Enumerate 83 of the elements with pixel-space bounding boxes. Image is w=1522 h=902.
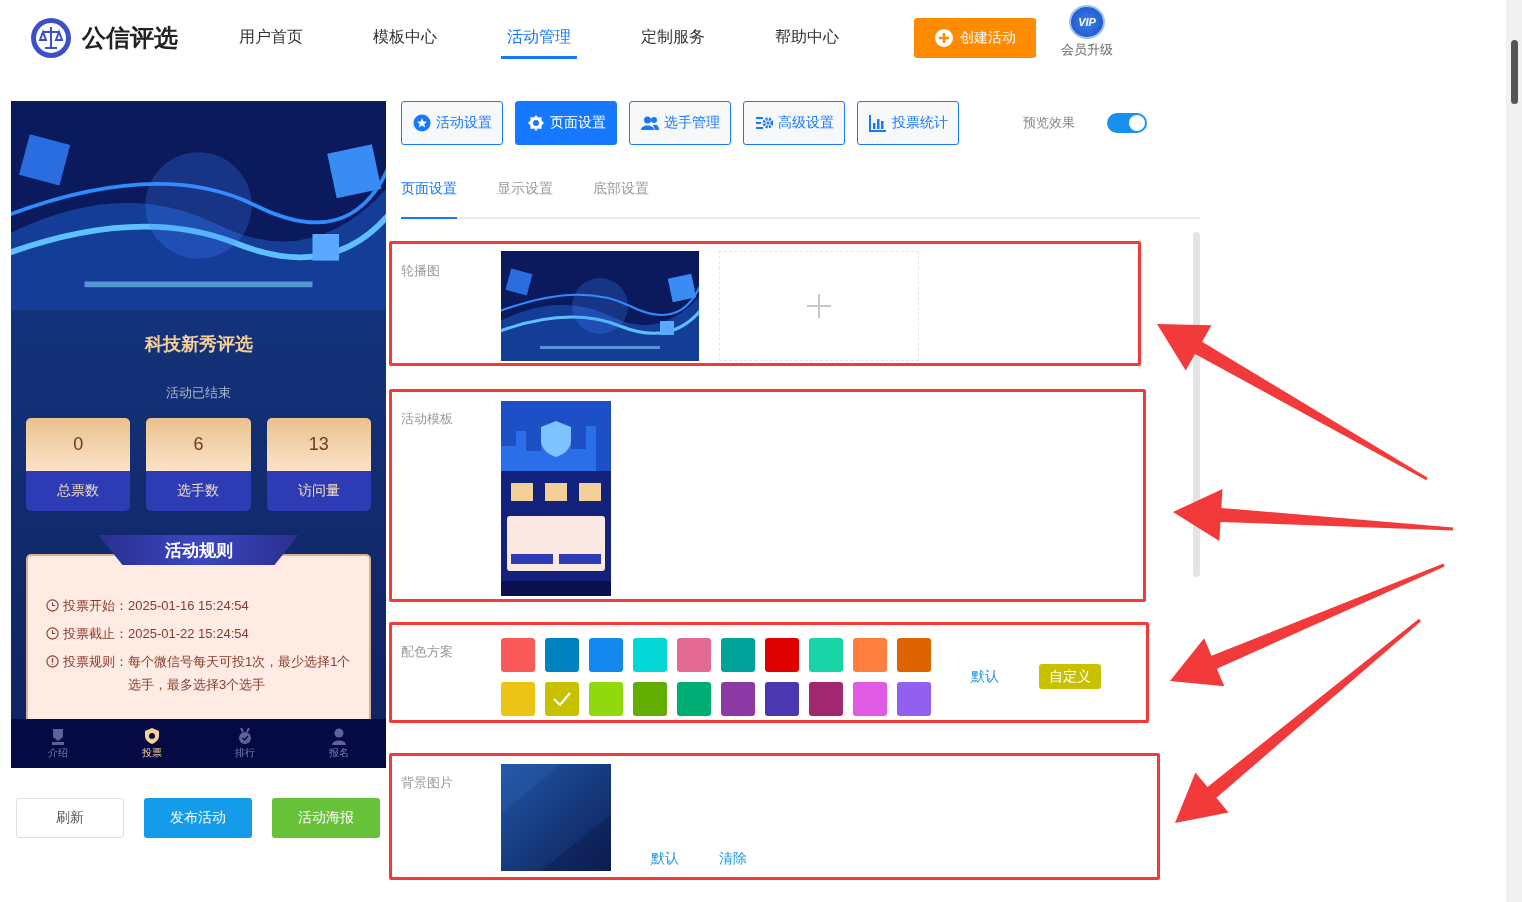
sub-tab[interactable]: 页面设置 bbox=[401, 170, 457, 219]
settings-tab[interactable]: 投票统计 bbox=[857, 101, 959, 145]
settings-tab[interactable]: 页面设置 bbox=[515, 101, 617, 145]
nav-link[interactable]: 用户首页 bbox=[233, 16, 367, 59]
clear-link[interactable]: 清除 bbox=[719, 850, 747, 868]
color-swatch[interactable] bbox=[545, 682, 579, 716]
preview-toggle[interactable] bbox=[1107, 113, 1147, 133]
field-label: 配色方案 bbox=[401, 643, 454, 661]
color-swatch[interactable] bbox=[501, 638, 535, 672]
color-swatch[interactable] bbox=[897, 682, 931, 716]
color-swatch[interactable] bbox=[897, 638, 931, 672]
poster-button[interactable]: 活动海报 bbox=[272, 798, 380, 838]
clock-icon bbox=[46, 627, 59, 640]
shield-icon bbox=[142, 727, 161, 745]
bottom-nav-tab[interactable]: 介绍 bbox=[11, 719, 105, 768]
bottom-nav-tab[interactable]: 投票 bbox=[104, 719, 199, 768]
field-label: 活动模板 bbox=[401, 410, 454, 428]
stat-value: 0 bbox=[26, 418, 131, 471]
logo-text: 公信评选 bbox=[82, 22, 178, 53]
field-label: 轮播图 bbox=[401, 262, 441, 280]
color-swatch[interactable] bbox=[721, 682, 755, 716]
rule-label: 投票规则： bbox=[63, 653, 128, 671]
sliders-icon bbox=[754, 114, 773, 132]
color-swatch[interactable] bbox=[677, 638, 711, 672]
color-swatch[interactable] bbox=[721, 638, 755, 672]
field-label: 背景图片 bbox=[401, 774, 454, 792]
color-swatch[interactable] bbox=[589, 638, 623, 672]
stat-value: 6 bbox=[146, 418, 251, 471]
stat-label: 选手数 bbox=[146, 471, 251, 511]
bottom-nav-tab[interactable]: 排行 bbox=[198, 719, 293, 768]
color-swatch[interactable] bbox=[853, 682, 887, 716]
nav-link[interactable]: 模板中心 bbox=[367, 16, 501, 59]
rules-heading: 活动规则 bbox=[98, 535, 299, 565]
color-swatch[interactable] bbox=[545, 638, 579, 672]
sub-tab[interactable]: 显示设置 bbox=[497, 170, 553, 219]
plus-icon bbox=[806, 293, 832, 319]
rule-value: 每个微信号每天可投1次，最少选择1个选手，最多选择3个选手 bbox=[128, 653, 352, 694]
rule-label: 投票开始： bbox=[63, 597, 128, 615]
color-swatch[interactable] bbox=[765, 682, 799, 716]
stat-label: 访问量 bbox=[266, 471, 371, 511]
vip-upgrade-link[interactable]: 会员升级 bbox=[1061, 40, 1113, 59]
color-swatch[interactable] bbox=[501, 682, 535, 716]
users-icon bbox=[640, 114, 659, 132]
scales-logo-icon bbox=[30, 16, 72, 59]
color-swatch[interactable] bbox=[809, 682, 843, 716]
nav-link[interactable]: 定制服务 bbox=[635, 16, 769, 59]
color-swatch[interactable] bbox=[633, 682, 667, 716]
color-swatch[interactable] bbox=[765, 638, 799, 672]
stat-value: 13 bbox=[266, 418, 371, 471]
default-link[interactable]: 默认 bbox=[971, 667, 999, 686]
rule-label: 投票截止： bbox=[63, 625, 128, 643]
gear-icon bbox=[526, 114, 545, 132]
bar-chart-icon bbox=[868, 114, 887, 132]
color-swatch[interactable] bbox=[677, 682, 711, 716]
vip-badge[interactable]: VIP bbox=[1069, 4, 1105, 39]
color-swatch[interactable] bbox=[853, 638, 887, 672]
sub-tab[interactable]: 底部设置 bbox=[593, 170, 649, 219]
create-activity-button[interactable]: 创建活动 bbox=[914, 17, 1036, 58]
settings-tab[interactable]: 高级设置 bbox=[743, 101, 845, 145]
color-swatch[interactable] bbox=[633, 638, 667, 672]
alert-icon bbox=[46, 655, 59, 668]
rule-value: 2025-01-16 15:24:54 bbox=[128, 597, 250, 615]
color-swatch[interactable] bbox=[809, 638, 843, 672]
scrollbar-thumb[interactable] bbox=[1511, 40, 1518, 104]
publish-button[interactable]: 发布活动 bbox=[144, 798, 252, 838]
person-icon bbox=[330, 727, 349, 745]
page-scrollbar[interactable] bbox=[1506, 0, 1522, 902]
clock-icon bbox=[46, 599, 59, 612]
refresh-button[interactable]: 刷新 bbox=[16, 798, 124, 838]
stat-label: 总票数 bbox=[26, 471, 131, 511]
plus-circle-icon bbox=[934, 28, 953, 47]
default-link[interactable]: 默认 bbox=[651, 850, 679, 868]
nav-link[interactable]: 活动管理 bbox=[501, 16, 635, 59]
settings-tab[interactable]: 活动设置 bbox=[401, 101, 503, 145]
activity-status: 活动已结束 bbox=[165, 384, 232, 402]
nav-link[interactable]: 帮助中心 bbox=[769, 16, 903, 59]
color-swatch[interactable] bbox=[589, 682, 623, 716]
upload-area[interactable] bbox=[719, 251, 919, 361]
settings-tab[interactable]: 选手管理 bbox=[629, 101, 731, 145]
activity-title: 科技新秀评选 bbox=[143, 333, 254, 356]
rule-value: 2025-01-22 15:24:54 bbox=[128, 625, 250, 643]
toggle-label: 预览效果 bbox=[1023, 114, 1075, 132]
bottom-nav-tab[interactable]: 报名 bbox=[292, 719, 386, 768]
